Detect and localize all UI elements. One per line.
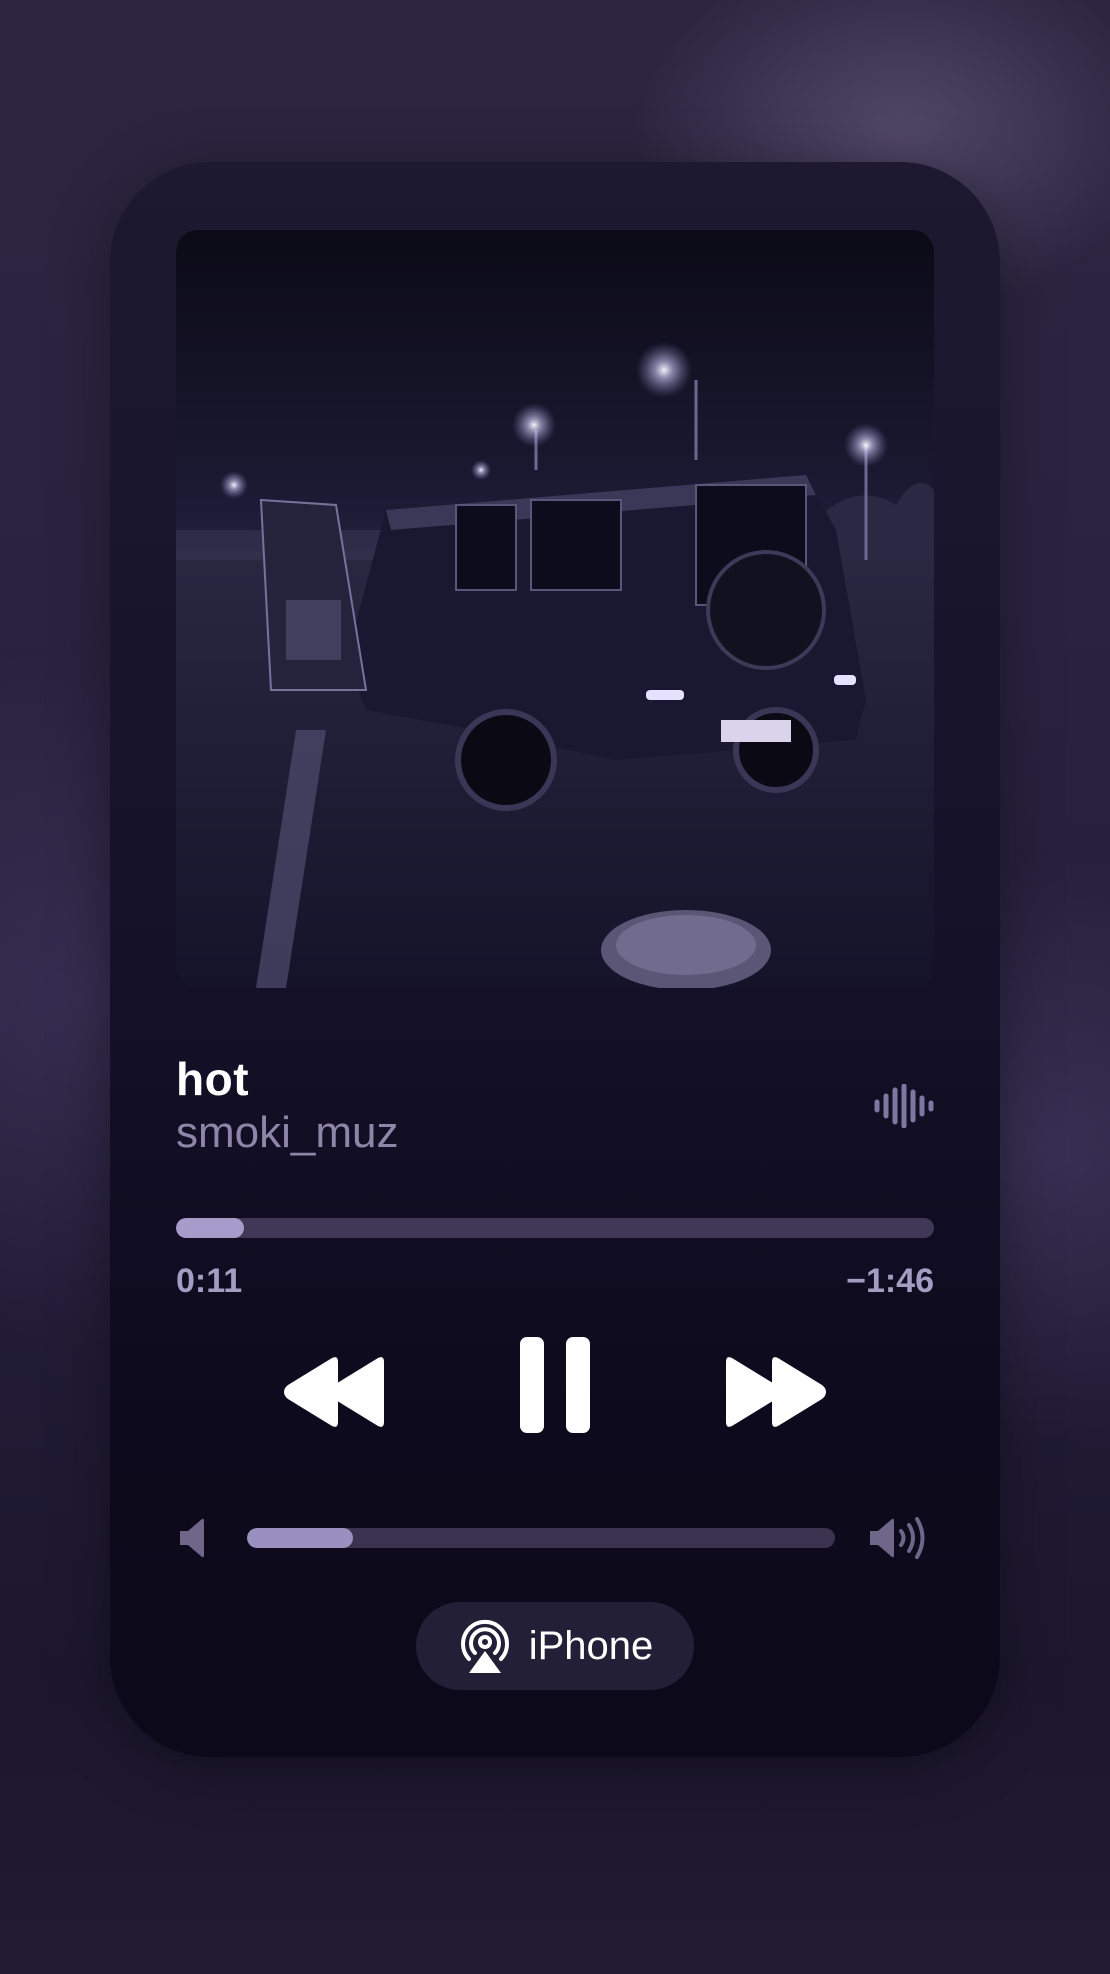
now-playing-card: hot smoki_muz 0:11 −1:46 iPhone [110, 162, 1000, 1757]
speaker-high-icon [870, 1517, 925, 1559]
track-title: hot [176, 1053, 250, 1105]
airplay-icon [460, 1619, 509, 1673]
volume-slider[interactable] [247, 1528, 835, 1548]
pause-icon[interactable] [515, 1334, 595, 1436]
airplay-output-button[interactable]: iPhone [416, 1602, 694, 1690]
output-device-label: iPhone [528, 1623, 654, 1668]
track-artist[interactable]: smoki_muz [176, 1108, 399, 1158]
volume-fill [247, 1528, 353, 1548]
backward-icon[interactable] [280, 1352, 390, 1432]
playback-scrubber[interactable] [176, 1218, 934, 1238]
elapsed-time: 0:11 [176, 1262, 243, 1300]
speaker-low-icon [180, 1518, 204, 1558]
forward-icon[interactable] [720, 1352, 830, 1432]
album-artwork [176, 230, 934, 988]
remaining-time: −1:46 [846, 1262, 934, 1300]
playback-progress-fill [176, 1218, 245, 1238]
waveform-icon [874, 1084, 934, 1128]
